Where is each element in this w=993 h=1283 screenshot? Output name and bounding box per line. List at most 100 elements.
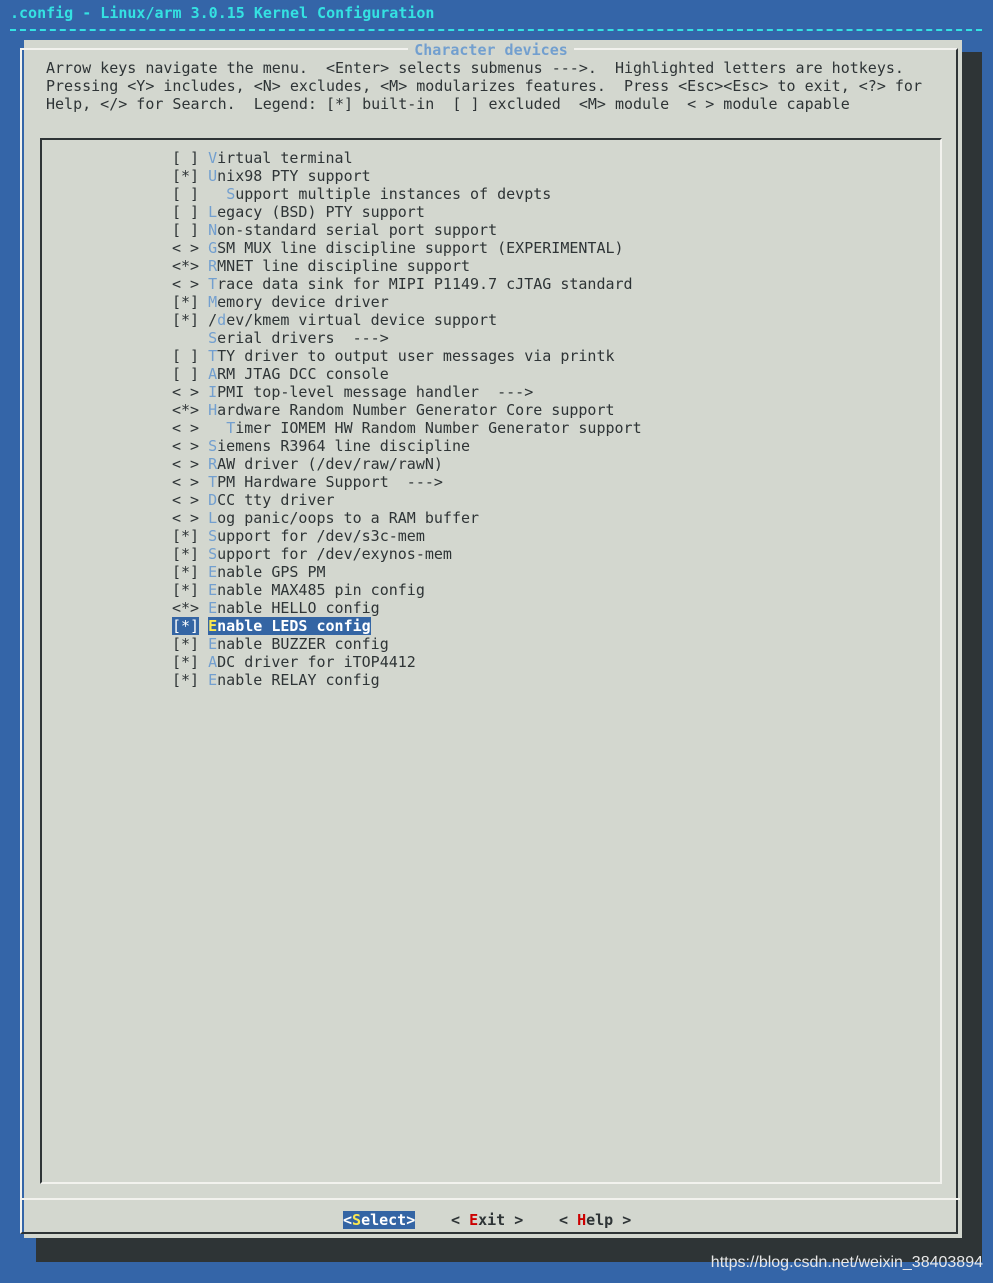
menu-item-label: Unix98 PTY support <box>208 167 371 185</box>
menu-item[interactable]: < > Timer IOMEM HW Random Number Generat… <box>172 419 642 437</box>
menu-item-label: Enable LEDS config <box>208 617 371 635</box>
menu-item-label: Support for /dev/s3c-mem <box>208 527 425 545</box>
menu-item[interactable]: [*] Memory device driver <box>172 293 389 311</box>
menu-item-label: Enable RELAY config <box>208 671 380 689</box>
menu-item-state[interactable]: [ ] <box>172 203 208 221</box>
menu-item[interactable]: [*] ADC driver for iTOP4412 <box>172 653 416 671</box>
hotkey: T <box>208 473 218 491</box>
hotkey: S <box>208 527 218 545</box>
menu-item[interactable]: < > GSM MUX line discipline support (EXP… <box>172 239 624 257</box>
menu-item-state[interactable]: [*] <box>172 635 208 653</box>
menu-item-state[interactable]: < > <box>172 509 208 527</box>
menu-item-state[interactable]: < > <box>172 383 208 401</box>
hotkey: E <box>208 635 218 653</box>
menu-item-state[interactable]: [*] <box>172 617 208 635</box>
title-divider <box>10 29 982 31</box>
menu-item-state[interactable]: [ ] <box>172 365 208 383</box>
menu-item[interactable]: [*] Enable LEDS config <box>172 617 371 635</box>
hotkey: R <box>208 455 218 473</box>
hotkey: S <box>226 185 236 203</box>
menu-item[interactable]: < > Log panic/oops to a RAM buffer <box>172 509 479 527</box>
menu-item-label: ARM JTAG DCC console <box>208 365 389 383</box>
menu-item-state[interactable] <box>172 329 208 347</box>
menu-item-state[interactable]: < > <box>172 473 208 491</box>
hotkey: S <box>208 329 218 347</box>
hotkey: E <box>208 671 218 689</box>
menu-item[interactable]: <*> Hardware Random Number Generator Cor… <box>172 401 615 419</box>
menu-item-state[interactable]: [ ] <box>172 185 208 203</box>
help-button[interactable]: < Help > <box>559 1211 631 1229</box>
menu-item-state[interactable]: <*> <box>172 401 208 419</box>
menu-item-label: IPMI top-level message handler ---> <box>208 383 534 401</box>
menu-item-state[interactable]: [*] <box>172 671 208 689</box>
exit-button[interactable]: < Exit > <box>451 1211 523 1229</box>
menu-item[interactable]: [*] Support for /dev/s3c-mem <box>172 527 425 545</box>
menu-item[interactable]: <*> RMNET line discipline support <box>172 257 470 275</box>
menu-item-label: RMNET line discipline support <box>208 257 471 275</box>
hotkey: A <box>208 653 218 671</box>
menu-item[interactable]: [*] Enable MAX485 pin config <box>172 581 425 599</box>
hotkey: T <box>208 347 218 365</box>
menu-item-state[interactable]: < > <box>172 437 208 455</box>
menu-item[interactable]: Serial drivers ---> <box>172 329 389 347</box>
menu-item[interactable]: [ ] ARM JTAG DCC console <box>172 365 389 383</box>
menu-item-label: Enable HELLO config <box>208 599 380 617</box>
cursor: [*] <box>172 617 200 635</box>
hotkey: G <box>208 239 218 257</box>
menu-item[interactable]: [ ] Legacy (BSD) PTY support <box>172 203 425 221</box>
menu-item-state[interactable]: < > <box>172 455 208 473</box>
menu-item-state[interactable]: <*> <box>172 257 208 275</box>
menu-item-state[interactable]: < > <box>172 491 208 509</box>
menu-item-label: Trace data sink for MIPI P1149.7 cJTAG s… <box>208 275 633 293</box>
help-text-line: Pressing <Y> includes, <N> excludes, <M>… <box>46 77 922 95</box>
menu-item-state[interactable]: [ ] <box>172 347 208 365</box>
menu-item[interactable]: < > Siemens R3964 line discipline <box>172 437 470 455</box>
menu-item-state[interactable]: [*] <box>172 653 208 671</box>
menu-item[interactable]: < > TPM Hardware Support ---> <box>172 473 443 491</box>
menu-item-label: RAW driver (/dev/raw/rawN) <box>208 455 443 473</box>
select-button[interactable]: <Select> <box>343 1211 416 1229</box>
menu-item-state[interactable]: [*] <box>172 293 208 311</box>
menu-item-label: Enable MAX485 pin config <box>208 581 425 599</box>
hotkey: N <box>208 221 218 239</box>
window-title: .config - Linux/arm 3.0.15 Kernel Config… <box>10 4 435 22</box>
menu-item[interactable]: [*] Support for /dev/exynos-mem <box>172 545 452 563</box>
menu-item-state[interactable]: [ ] <box>172 149 208 167</box>
menu-item-label: Memory device driver <box>208 293 389 311</box>
menu-item-label: Non-standard serial port support <box>208 221 498 239</box>
menu-item[interactable]: [ ] Non-standard serial port support <box>172 221 497 239</box>
menu-item[interactable]: [ ] Support multiple instances of devpts <box>172 185 551 203</box>
menu-item-state[interactable]: [ ] <box>172 221 208 239</box>
menu-item[interactable]: <*> Enable HELLO config <box>172 599 380 617</box>
dialog-title-text: Character devices <box>408 41 574 59</box>
hotkey: H <box>208 401 218 419</box>
menu-item[interactable]: [*] /dev/kmem virtual device support <box>172 311 497 329</box>
menu-item-state[interactable]: < > <box>172 419 208 437</box>
menu-item-state[interactable]: < > <box>172 275 208 293</box>
menu-item-state[interactable]: [*] <box>172 167 208 185</box>
menu-item[interactable]: [ ] TTY driver to output user messages v… <box>172 347 615 365</box>
menu-item[interactable]: [*] Enable BUZZER config <box>172 635 389 653</box>
menu-item[interactable]: [*] Unix98 PTY support <box>172 167 371 185</box>
menu-item[interactable]: < > RAW driver (/dev/raw/rawN) <box>172 455 443 473</box>
watermark: https://blog.csdn.net/weixin_38403894 <box>710 1254 983 1271</box>
menu-item[interactable]: < > DCC tty driver <box>172 491 335 509</box>
hotkey: U <box>208 167 218 185</box>
hotkey: E <box>208 617 218 635</box>
menu-item-state[interactable]: [*] <box>172 545 208 563</box>
menu-item-state[interactable]: [*] <box>172 563 208 581</box>
menu-item[interactable]: [*] Enable RELAY config <box>172 671 380 689</box>
menu-item-state[interactable]: [*] <box>172 527 208 545</box>
menu-item-state[interactable]: <*> <box>172 599 208 617</box>
dialog-title: Character devices <box>0 41 982 59</box>
hotkey: M <box>208 293 218 311</box>
menu-item[interactable]: < > IPMI top-level message handler ---> <box>172 383 533 401</box>
menu-item[interactable]: [ ] Virtual terminal <box>172 149 353 167</box>
menu-item[interactable]: < > Trace data sink for MIPI P1149.7 cJT… <box>172 275 633 293</box>
menu-item-state[interactable]: < > <box>172 239 208 257</box>
menu-item[interactable]: [*] Enable GPS PM <box>172 563 326 581</box>
menu-item-label: Timer IOMEM HW Random Number Generator s… <box>226 419 642 437</box>
menu-item-label: TPM Hardware Support ---> <box>208 473 443 491</box>
menu-item-state[interactable]: [*] <box>172 581 208 599</box>
menu-item-state[interactable]: [*] <box>172 311 208 329</box>
